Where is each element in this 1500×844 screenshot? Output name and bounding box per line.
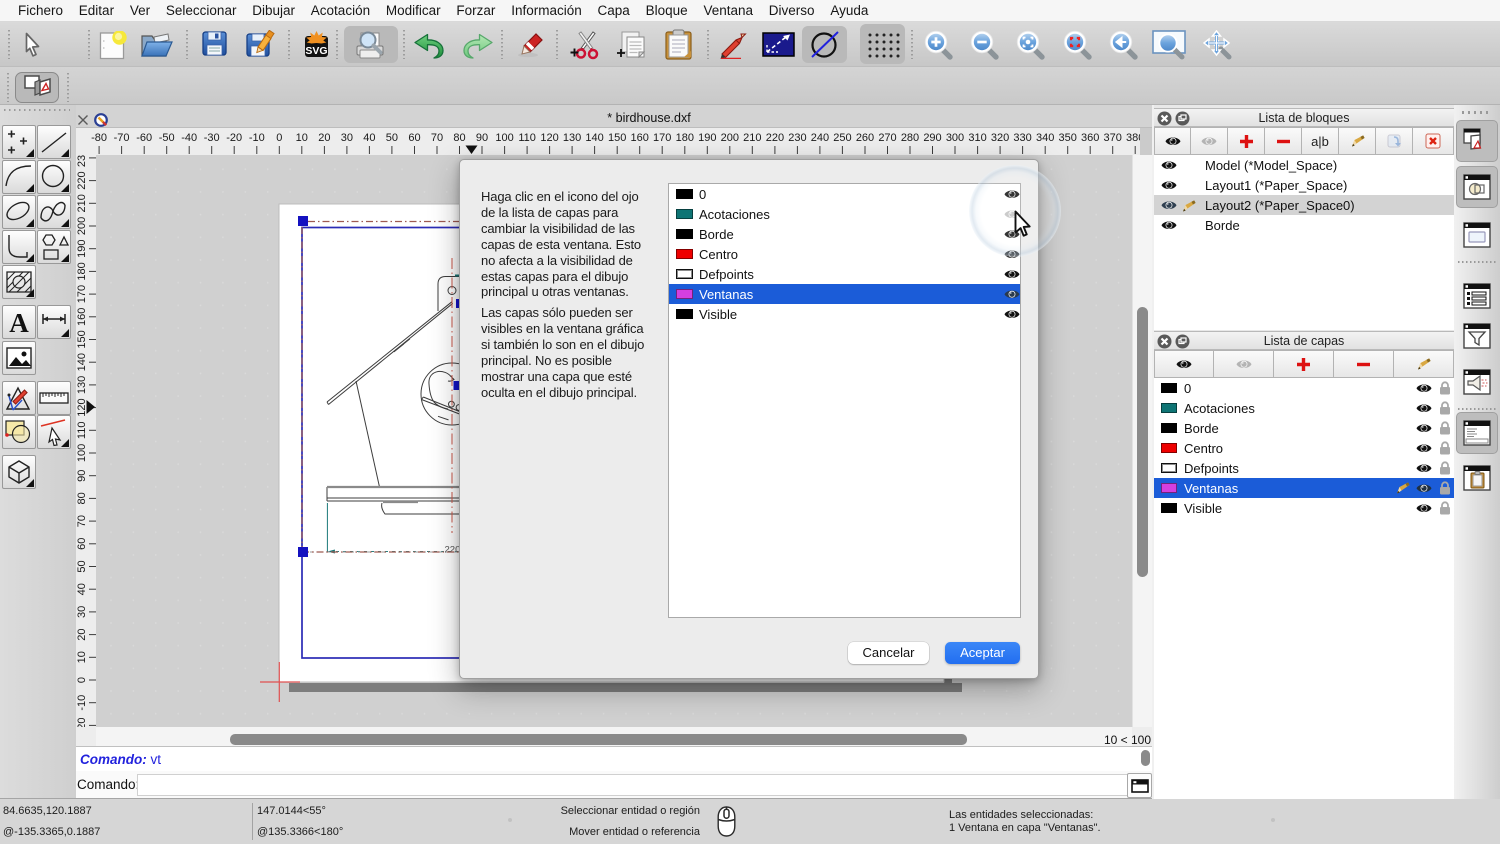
svg-text:210: 210: [76, 194, 88, 212]
svg-text:160: 160: [76, 308, 88, 326]
svg-text:190: 190: [76, 240, 88, 258]
svg-text:110: 110: [518, 132, 536, 144]
svg-text:70: 70: [76, 515, 88, 527]
svg-text:A: A: [9, 308, 29, 338]
svg-text:210: 210: [743, 132, 761, 144]
svg-text:170: 170: [653, 132, 671, 144]
svg-text:20: 20: [318, 132, 330, 144]
svg-text:-60: -60: [136, 132, 152, 144]
svg-text:140: 140: [585, 132, 603, 144]
svg-text:90: 90: [476, 132, 488, 144]
svg-text:160: 160: [631, 132, 649, 144]
svg-text:360: 360: [1081, 132, 1099, 144]
svg-text:130: 130: [563, 132, 581, 144]
svg-text:100: 100: [495, 132, 513, 144]
svg-text:50: 50: [76, 560, 88, 572]
svg-text:120: 120: [540, 132, 558, 144]
svg-text:50: 50: [386, 132, 398, 144]
svg-text:260: 260: [856, 132, 874, 144]
svg-text:-80: -80: [91, 132, 107, 144]
svg-text:240: 240: [811, 132, 829, 144]
svg-text:20: 20: [76, 628, 88, 640]
svg-text:200: 200: [76, 217, 88, 235]
svg-text:380: 380: [1126, 132, 1140, 144]
svg-text:-40: -40: [181, 132, 197, 144]
svg-text:320: 320: [991, 132, 1009, 144]
svg-text:-30: -30: [204, 132, 220, 144]
svg-text:350: 350: [1059, 132, 1077, 144]
svg-text:40: 40: [363, 132, 375, 144]
svg-text:180: 180: [76, 262, 88, 280]
svg-text:0: 0: [276, 132, 282, 144]
svg-text:310: 310: [968, 132, 986, 144]
svg-text:-20: -20: [76, 717, 88, 727]
svg-text:30: 30: [76, 606, 88, 618]
svg-text:120: 120: [76, 398, 88, 416]
svg-text:150: 150: [608, 132, 626, 144]
svg-text:-10: -10: [249, 132, 265, 144]
svg-text:250: 250: [833, 132, 851, 144]
svg-text:70: 70: [431, 132, 443, 144]
svg-text:170: 170: [76, 285, 88, 303]
svg-text:140: 140: [76, 353, 88, 371]
svg-text:130: 130: [76, 376, 88, 394]
svg-text:40: 40: [76, 583, 88, 595]
svg-text:220: 220: [76, 171, 88, 189]
svg-text:230: 230: [788, 132, 806, 144]
svg-text:10: 10: [296, 132, 308, 144]
svg-text:100: 100: [76, 444, 88, 462]
svg-text:330: 330: [1013, 132, 1031, 144]
svg-text:280: 280: [901, 132, 919, 144]
svg-text:230: 230: [76, 155, 88, 167]
svg-text:SVG: SVG: [305, 45, 327, 57]
svg-text:190: 190: [698, 132, 716, 144]
svg-text:60: 60: [76, 538, 88, 550]
svg-text:60: 60: [408, 132, 420, 144]
svg-text:200: 200: [721, 132, 739, 144]
svg-text:220: 220: [445, 545, 461, 556]
svg-text:110: 110: [76, 422, 88, 440]
svg-text:150: 150: [76, 330, 88, 348]
svg-text:270: 270: [878, 132, 896, 144]
svg-text:-50: -50: [159, 132, 175, 144]
svg-text:370: 370: [1104, 132, 1122, 144]
svg-text:30: 30: [341, 132, 353, 144]
svg-text:0: 0: [76, 677, 88, 683]
svg-text:80: 80: [76, 492, 88, 504]
svg-text:220: 220: [766, 132, 784, 144]
svg-text:180: 180: [676, 132, 694, 144]
svg-text:80: 80: [453, 132, 465, 144]
svg-text:-70: -70: [114, 132, 130, 144]
svg-text:-20: -20: [226, 132, 242, 144]
svg-text:-10: -10: [76, 695, 88, 711]
svg-text:10: 10: [76, 651, 88, 663]
svg-text:300: 300: [946, 132, 964, 144]
svg-text:290: 290: [923, 132, 941, 144]
svg-text:340: 340: [1036, 132, 1054, 144]
svg-text:90: 90: [76, 470, 88, 482]
